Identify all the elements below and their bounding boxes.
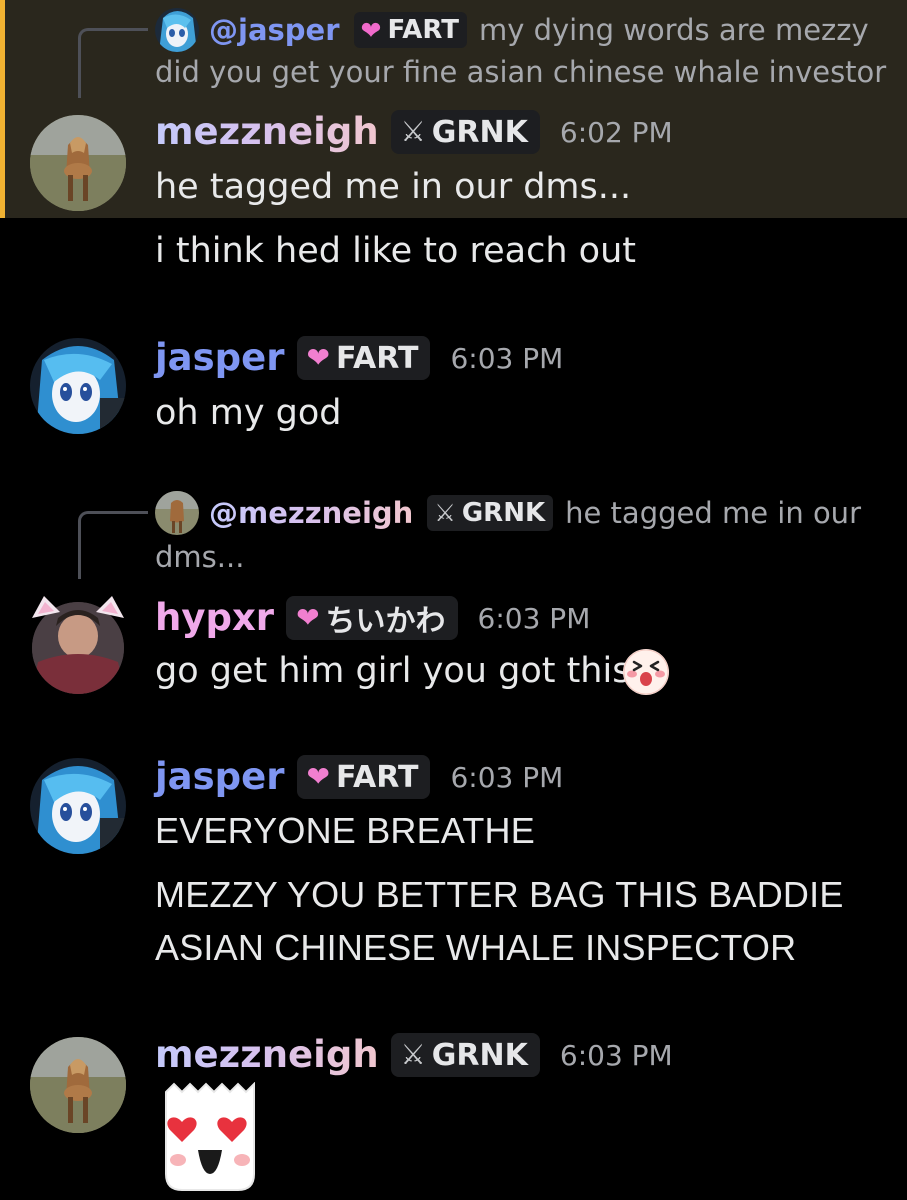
avatar	[155, 491, 199, 535]
message-text: ASIAN CHINESE WHALE INSPECTOR	[155, 927, 797, 968]
timestamp: 6:03 PM	[450, 341, 564, 375]
laughing-face-emoji[interactable]	[622, 648, 670, 696]
role-tag-label: FART	[335, 340, 419, 376]
reply-connector	[78, 28, 148, 98]
role-tag-label: GRNK	[431, 114, 528, 150]
timestamp: 6:03 PM	[450, 760, 564, 794]
role-tag-label: FART	[335, 759, 419, 795]
reply-username[interactable]: @mezzneigh	[209, 493, 413, 533]
heart-icon: ❤	[360, 15, 382, 45]
reply-text: he tagged me in our	[565, 496, 861, 530]
sword-icon: ⚔	[400, 1038, 426, 1071]
heart-icon: ❤	[306, 341, 330, 374]
role-tag: ❤ FART	[296, 755, 431, 799]
username[interactable]: mezzneigh	[155, 108, 379, 156]
username[interactable]: hypxr	[155, 594, 274, 642]
sword-icon: ⚔	[434, 499, 456, 527]
avatar[interactable]	[30, 338, 126, 434]
avatar[interactable]	[30, 115, 126, 211]
role-tag: ⚔ GRNK	[427, 495, 554, 531]
username[interactable]: jasper	[155, 334, 285, 382]
reply-username[interactable]: @jasper	[209, 10, 340, 50]
role-tag: ❤ FART	[296, 336, 431, 380]
heart-eyes-ghost-sticker[interactable]	[160, 1081, 260, 1194]
heart-icon: ❤	[306, 760, 330, 793]
reply-preview[interactable]: @mezzneigh ⚔ GRNK he tagged me in our	[155, 491, 861, 535]
message-text: he tagged me in our dms...	[155, 167, 632, 207]
username[interactable]: mezzneigh	[155, 1031, 379, 1079]
role-tag: ⚔ GRNK	[390, 110, 540, 154]
message-header: jasper ❤ FART 6:03 PM	[155, 334, 563, 382]
timestamp: 6:03 PM	[477, 601, 591, 635]
avatar[interactable]	[30, 1037, 126, 1133]
role-tag: ⚔ GRNK	[390, 1033, 540, 1077]
reply-text-continued: dms...	[155, 540, 245, 574]
message-header: hypxr ❤ ちいかわ 6:03 PM	[155, 594, 590, 642]
reply-preview[interactable]: @jasper ❤ FART my dying words are mezzy	[155, 8, 869, 52]
avatar	[155, 8, 199, 52]
reply-text: my dying words are mezzy	[478, 13, 869, 47]
avatar[interactable]	[30, 758, 126, 854]
message-header: mezzneigh ⚔ GRNK 6:03 PM	[155, 1031, 673, 1079]
role-tag-label: FART	[387, 15, 459, 45]
timestamp: 6:02 PM	[559, 115, 673, 149]
message-text: i think hed like to reach out	[155, 231, 636, 271]
message-header: mezzneigh ⚔ GRNK 6:02 PM	[155, 108, 673, 156]
message-text: MEZZY YOU BETTER BAG THIS BADDIE	[155, 874, 844, 915]
reply-connector	[78, 511, 148, 579]
mention-indicator-bar	[0, 0, 5, 218]
message-text: EVERYONE BREATHE	[155, 810, 535, 851]
message-header: jasper ❤ FART 6:03 PM	[155, 753, 563, 801]
sword-icon: ⚔	[400, 115, 426, 148]
role-tag-label: GRNK	[431, 1037, 528, 1073]
avatar[interactable]	[26, 592, 130, 696]
heart-icon: ❤	[296, 601, 320, 634]
message-text: go get him girl you got this	[155, 651, 631, 691]
role-tag: ❤ ちいかわ	[286, 596, 458, 640]
username[interactable]: jasper	[155, 753, 285, 801]
message-text: oh my god	[155, 393, 342, 433]
role-tag: ❤ FART	[353, 12, 467, 48]
timestamp: 6:03 PM	[559, 1038, 673, 1072]
role-tag-label: GRNK	[461, 498, 546, 528]
role-tag-label: ちいかわ	[325, 604, 446, 639]
reply-text-continued: did you get your fine asian chinese whal…	[155, 55, 887, 89]
